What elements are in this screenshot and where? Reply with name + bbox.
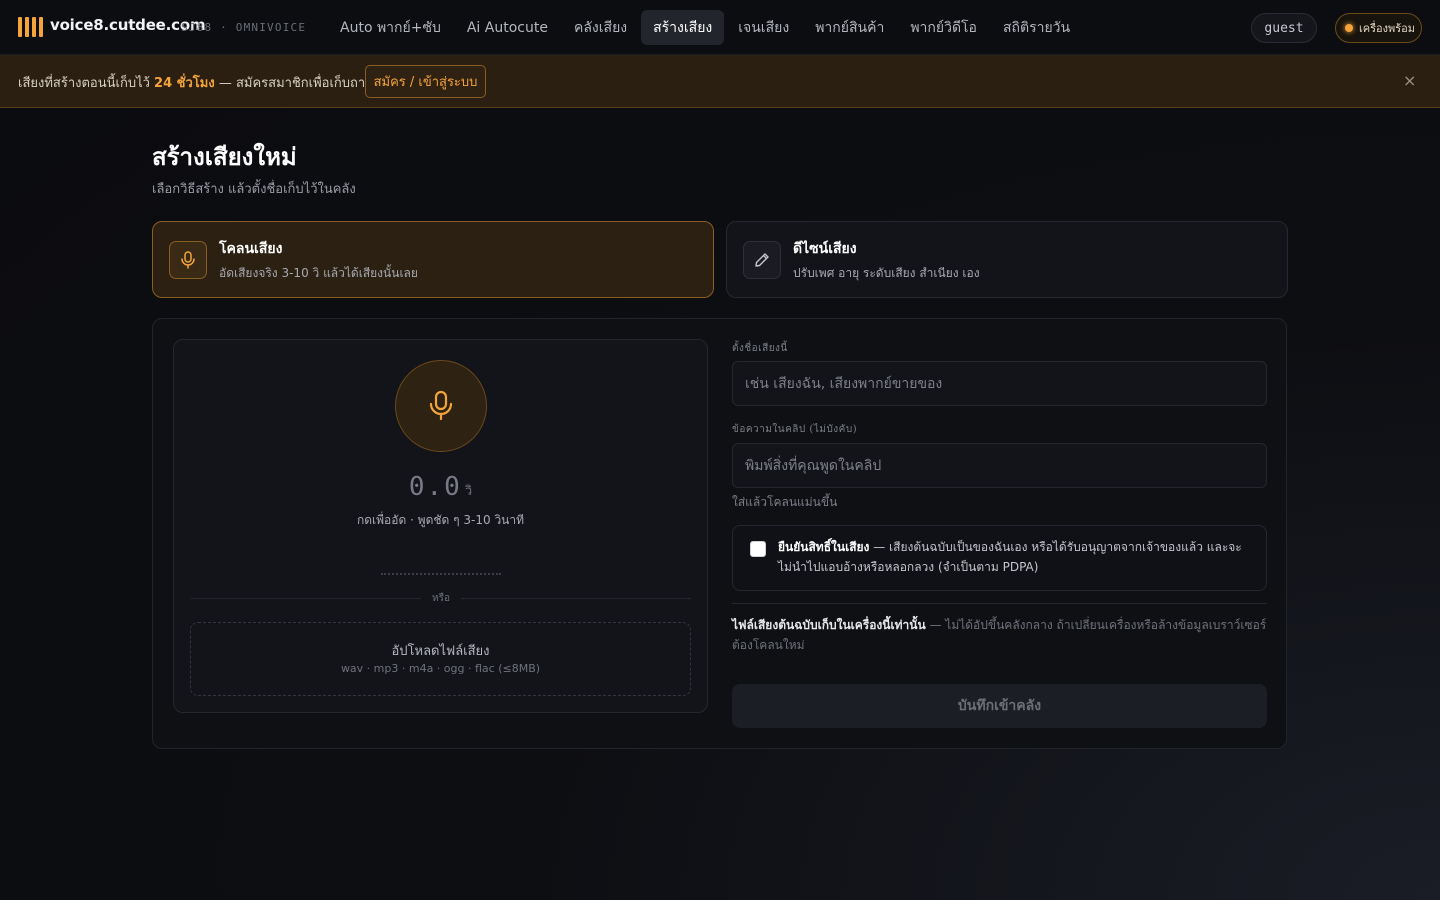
- mode-title: โคลนเสียง: [219, 241, 283, 257]
- nav-product-dub[interactable]: พากย์สินค้า: [803, 10, 896, 45]
- page-title: สร้างเสียงใหม่: [152, 143, 297, 171]
- mode-description: ปรับเพศ อายุ ระดับเสียง สำเนียง เอง: [793, 266, 980, 280]
- nav-ai-autocute[interactable]: Ai Autocute: [455, 10, 560, 45]
- or-separator: หรือ: [421, 591, 461, 606]
- mic-icon: [429, 390, 453, 421]
- divider: [732, 603, 1267, 604]
- transcript-hint: ใส่แล้วโคลนแม่นขึ้น: [732, 495, 838, 509]
- machine-status: เครื่องพร้อม: [1335, 13, 1422, 43]
- mode-title: ดีไซน์เสียง: [793, 241, 857, 257]
- nav-daily-stats[interactable]: สถิติรายวัน: [991, 10, 1082, 45]
- nav-generate-voice[interactable]: เจนเสียง: [726, 10, 801, 45]
- name-label: ตั้งชื่อเสียงนี้: [732, 343, 788, 354]
- user-badge[interactable]: guest: [1251, 13, 1317, 43]
- consent-checkbox[interactable]: [750, 541, 766, 557]
- record-button[interactable]: [395, 360, 487, 452]
- local-storage-note: ไฟล์เสียงต้นฉบับเก็บในเครื่องนี้เท่านั้น…: [732, 618, 1267, 652]
- logo-icon[interactable]: [18, 17, 43, 37]
- upload-title: อัปโหลดไฟล์เสียง: [391, 644, 490, 659]
- upload-file-types: wav · mp3 · m4a · ogg · flac (≤8MB): [340, 662, 541, 675]
- save-to-library-button[interactable]: บันทึกเข้าคลัง: [732, 684, 1267, 728]
- consent-box: ยืนยันสิทธิ์ในเสียง — เสียงต้นฉบับเป็นขอ…: [732, 525, 1267, 591]
- signup-login-button[interactable]: สมัคร / เข้าสู่ระบบ: [365, 65, 486, 98]
- storage-banner: เสียงที่สร้างตอนนี้เก็บไว้ 24 ชั่วโมง — …: [0, 55, 1440, 108]
- top-nav-bar: voice8.cutdee.com SJ88 · OMNIVOICE Auto …: [0, 0, 1440, 55]
- record-timer: 0.0 วิ: [300, 472, 581, 502]
- consent-title: ยืนยันสิทธิ์ในเสียง: [778, 540, 870, 554]
- mode-card-design[interactable]: ดีไซน์เสียง ปรับเพศ อายุ ระดับเสียง สำเน…: [726, 221, 1288, 298]
- voice-name-input[interactable]: [732, 361, 1267, 406]
- pencil-icon: [743, 241, 781, 279]
- nav-create-voice[interactable]: สร้างเสียง: [641, 10, 725, 45]
- waveform-placeholder: [381, 573, 501, 576]
- record-hint: กดเพื่ออัด · พูดชัด ๆ 3-10 วินาที: [356, 513, 525, 527]
- page-subtitle: เลือกวิธีสร้าง แล้วตั้งชื่อเก็บไว้ในคลัง: [152, 182, 356, 197]
- nav-video-dub[interactable]: พากย์วิดีโอ: [898, 10, 989, 45]
- note-title: ไฟล์เสียงต้นฉบับเก็บในเครื่องนี้เท่านั้น: [732, 618, 926, 632]
- status-dot-icon: [1345, 24, 1353, 32]
- brand-subtitle: SJ88 · OMNIVOICE: [181, 21, 307, 34]
- main-nav: Auto พากย์+ซับ Ai Autocute คลังเสียง สร้…: [328, 10, 1082, 45]
- nav-voice-library[interactable]: คลังเสียง: [562, 10, 639, 45]
- status-label: เครื่องพร้อม: [1359, 22, 1416, 35]
- mode-description: อัดเสียงจริง 3-10 วิ แล้วได้เสียงนั้นเลย: [219, 266, 418, 280]
- mic-icon: [169, 241, 207, 279]
- timer-value: 0.0: [408, 472, 462, 502]
- upload-dropzone[interactable]: อัปโหลดไฟล์เสียง wav · mp3 · m4a · ogg ·…: [190, 622, 691, 696]
- mode-card-clone[interactable]: โคลนเสียง อัดเสียงจริง 3-10 วิ แล้วได้เส…: [152, 221, 714, 298]
- transcript-label: ข้อความในคลิป (ไม่บังคับ): [732, 424, 858, 435]
- consent-text: ยืนยันสิทธิ์ในเสียง — เสียงต้นฉบับเป็นขอ…: [778, 540, 1242, 574]
- banner-text: เสียงที่สร้างตอนนี้เก็บไว้ 24 ชั่วโมง — …: [18, 76, 380, 91]
- timer-unit: วิ: [464, 484, 473, 499]
- banner-highlight: 24 ชั่วโมง: [154, 76, 215, 91]
- nav-auto-dub[interactable]: Auto พากย์+ซับ: [328, 10, 453, 45]
- transcript-input[interactable]: [732, 443, 1267, 488]
- close-icon[interactable]: ×: [1403, 71, 1416, 90]
